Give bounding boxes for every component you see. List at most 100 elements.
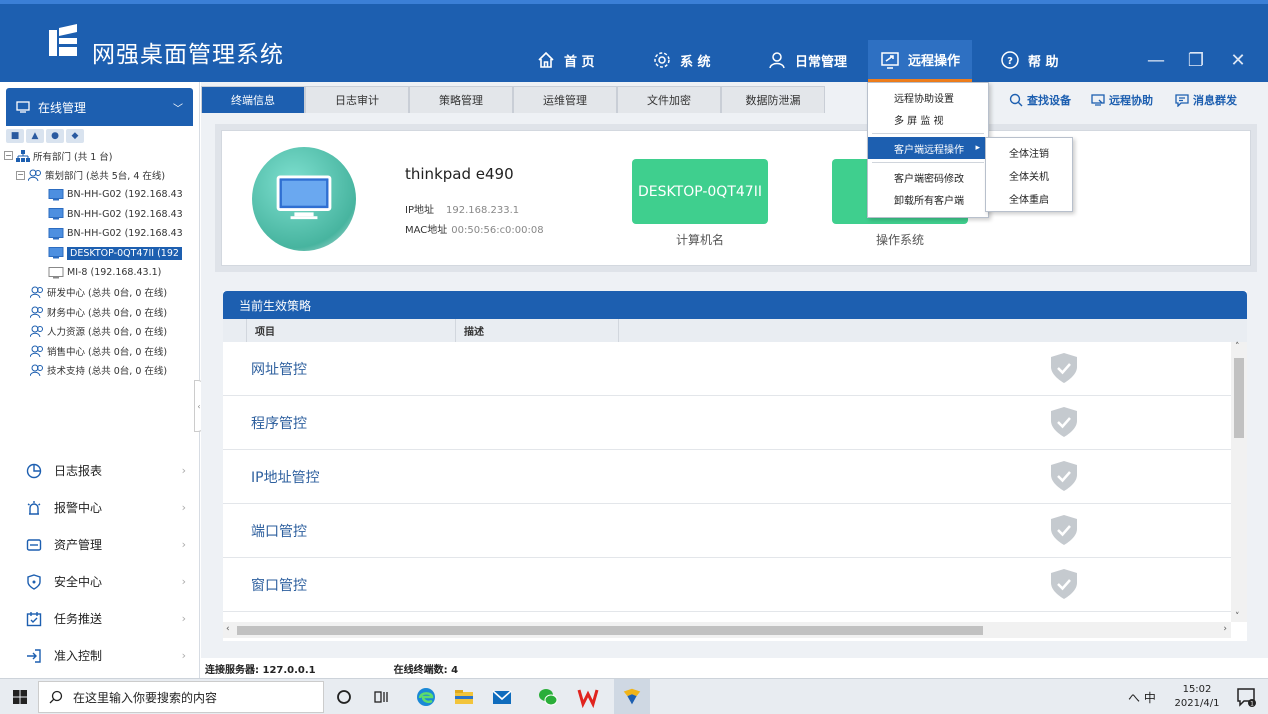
broadcast-message-label: 消息群发	[1193, 94, 1237, 107]
remote-assist-button[interactable]: 远程协助	[1091, 92, 1153, 108]
file-explorer-icon[interactable]	[452, 685, 476, 709]
tree-row-device[interactable]: BN-HH-G02 (192.168.43	[4, 224, 199, 244]
scroll-down-icon[interactable]: ˅	[1235, 612, 1240, 622]
org-icon	[16, 149, 30, 162]
minimize-button[interactable]: —	[1144, 48, 1168, 72]
server-status: 连接服务器: 127.0.0.1	[205, 664, 316, 676]
tree-row-dept[interactable]: 财务中心 (总共 0台, 0 在线)	[4, 302, 199, 322]
chevron-right-icon: ›	[181, 501, 186, 514]
remote-operation-menu: 远程协助设置 多 屏 监 视 客户端远程操作 客户端密码修改 卸载所有客户端	[867, 82, 989, 218]
nav-home-label: 首 页	[564, 54, 595, 70]
tree-row-dept[interactable]: 技术支持 (总共 0台, 0 在线)	[4, 361, 199, 381]
collapse-toggle[interactable]: −	[4, 151, 13, 161]
nav-daily[interactable]: 日常管理	[767, 46, 847, 74]
os-filter: ■ ▲ ● ◆	[0, 126, 199, 146]
tab-file-encrypt[interactable]: 文件加密	[617, 86, 721, 113]
sidebar-menu-task[interactable]: 任务推送 ›	[0, 600, 200, 637]
menu-remote-assist-settings[interactable]: 远程协助设置	[868, 86, 988, 108]
user-icon	[769, 52, 785, 69]
tab-dlp[interactable]: 数据防泄漏	[721, 86, 825, 113]
collapse-toggle[interactable]: −	[16, 170, 25, 180]
find-device-button[interactable]: 查找设备	[1009, 92, 1071, 108]
os-label: 操作系统	[875, 233, 924, 247]
sidebar-menu-access[interactable]: 准入控制 ›	[0, 637, 200, 674]
tab-policy[interactable]: 策略管理	[409, 86, 513, 113]
column-header-description: 描述	[456, 319, 619, 342]
tab-terminal-info[interactable]: 终端信息	[201, 86, 305, 113]
apple-icon[interactable]: ●	[46, 129, 64, 143]
maximize-button[interactable]: ❐	[1184, 48, 1208, 72]
menu-client-remote-ops[interactable]: 客户端远程操作	[868, 137, 988, 159]
tree-label: 人力资源 (总共 0台, 0 在线)	[47, 327, 168, 339]
policy-row[interactable]: 窗口管控	[223, 558, 1233, 612]
android-icon[interactable]: ◆	[66, 129, 84, 143]
sidebar-menu-alarm[interactable]: 报警中心 ›	[0, 489, 200, 526]
menu-uninstall-clients[interactable]: 卸载所有客户端	[868, 188, 988, 210]
nav-remote[interactable]: 远程操作	[868, 40, 973, 82]
scroll-right-icon[interactable]: ›	[1223, 624, 1227, 634]
tree-row-dept[interactable]: − 策划部门 (总共 5台, 4 在线)	[4, 166, 199, 186]
policy-row[interactable]: 程序管控	[223, 396, 1233, 450]
nav-home[interactable]: 首 页	[536, 46, 595, 74]
policy-name: 端口管控	[251, 523, 307, 540]
tree-row-device[interactable]: MI-8 (192.168.43.1)	[4, 263, 199, 283]
cortana-icon[interactable]	[332, 685, 356, 709]
app-title: 网强桌面管理系统	[92, 42, 284, 68]
menu-multi-screen-monitor[interactable]: 多 屏 监 视	[868, 108, 988, 130]
menu-separator	[872, 162, 984, 163]
sidebar-menu-security[interactable]: 安全中心 ›	[0, 563, 200, 600]
ime-indicator[interactable]: へ 中	[1128, 689, 1156, 706]
policy-row[interactable]: IP地址管控	[223, 450, 1233, 504]
menu-separator	[872, 133, 984, 134]
submenu-restart-all[interactable]: 全体重启	[986, 187, 1072, 210]
sidebar: 在线管理 ﹀ ■ ▲ ● ◆ − 所有部门 (共 1 台) − 策划部门 (总共…	[0, 82, 200, 678]
sidebar-menu-log-report[interactable]: 日志报表 ›	[0, 452, 200, 489]
wps-office-icon[interactable]	[576, 685, 600, 709]
terminal-name: thinkpad e490	[405, 165, 514, 183]
mail-icon[interactable]	[490, 685, 514, 709]
windows-start-icon[interactable]	[8, 685, 32, 709]
wechat-icon[interactable]	[536, 685, 560, 709]
scrollbar-thumb[interactable]	[237, 626, 983, 635]
tree-label: 财务中心 (总共 0台, 0 在线)	[47, 307, 168, 319]
tree-row-dept[interactable]: 人力资源 (总共 0台, 0 在线)	[4, 322, 199, 342]
terminal-avatar	[252, 147, 356, 251]
active-app-indicator[interactable]	[614, 679, 650, 714]
taskbar-clock[interactable]: 15:02 2021/4/1	[1170, 683, 1224, 711]
edge-browser-icon[interactable]	[414, 685, 438, 709]
monitor-icon	[276, 175, 332, 220]
tree-row-dept[interactable]: 研发中心 (总共 0台, 0 在线)	[4, 283, 199, 303]
tab-log-audit[interactable]: 日志审计	[305, 86, 409, 113]
policy-row[interactable]: 网址管控	[223, 342, 1233, 396]
tree-row-device[interactable]: BN-HH-G02 (192.168.43	[4, 185, 199, 205]
task-view-icon[interactable]	[370, 685, 394, 709]
windows-icon[interactable]: ■	[6, 129, 24, 143]
tree-row-all[interactable]: − 所有部门 (共 1 台)	[4, 146, 199, 166]
policy-row[interactable]: 端口管控	[223, 504, 1233, 558]
tree-row-dept[interactable]: 销售中心 (总共 0台, 0 在线)	[4, 341, 199, 361]
submenu-shutdown-all[interactable]: 全体关机	[986, 164, 1072, 187]
group-icon	[28, 169, 41, 182]
shield-icon	[27, 573, 41, 590]
scroll-up-icon[interactable]: ˄	[1235, 342, 1240, 352]
submenu-logoff-all[interactable]: 全体注销	[986, 141, 1072, 164]
broadcast-message-button[interactable]: 消息群发	[1175, 92, 1237, 108]
taskbar-search-placeholder: 在这里输入你要搜索的内容	[73, 690, 218, 705]
linux-icon[interactable]: ▲	[26, 129, 44, 143]
sidebar-menu-asset[interactable]: 资产管理 ›	[0, 526, 200, 563]
sidebar-menu-label: 安全中心	[54, 575, 103, 589]
taskbar-search[interactable]: 在这里输入你要搜索的内容	[38, 681, 324, 713]
tree-row-device[interactable]: BN-HH-G02 (192.168.43	[4, 205, 199, 225]
horizontal-scrollbar[interactable]: ‹ ›	[223, 622, 1231, 638]
scroll-left-icon[interactable]: ‹	[226, 624, 230, 634]
tab-ops[interactable]: 运维管理	[513, 86, 617, 113]
nav-help[interactable]: ? 帮 助	[1000, 46, 1059, 74]
sidebar-header[interactable]: 在线管理 ﹀	[6, 88, 193, 126]
scrollbar-thumb[interactable]	[1234, 358, 1244, 438]
menu-client-password[interactable]: 客户端密码修改	[868, 166, 988, 188]
nav-system[interactable]: 系 统	[652, 46, 711, 74]
tree-row-device-selected[interactable]: DESKTOP-0QT47II (192	[4, 244, 199, 264]
close-button[interactable]: ✕	[1226, 48, 1250, 72]
vertical-scrollbar[interactable]: ˄ ˅	[1231, 342, 1247, 622]
notification-icon[interactable]: 1	[1234, 685, 1258, 709]
